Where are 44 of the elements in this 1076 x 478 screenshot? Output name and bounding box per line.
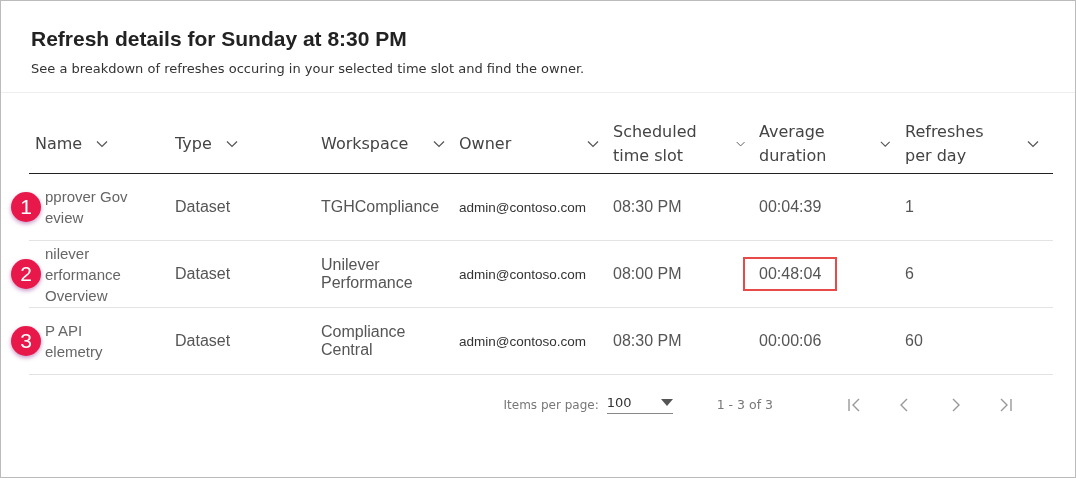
column-header[interactable]: Type [175, 132, 321, 156]
table-cell: 00:48:04 [743, 257, 838, 291]
chevron-down-icon [880, 140, 891, 148]
table-cell: Unilever Performance [321, 256, 413, 291]
number-badge: 1 [11, 192, 41, 222]
table-cell: admin@contoso.com [459, 267, 586, 282]
number-badge: 2 [11, 259, 41, 289]
column-header[interactable]: Owner [459, 132, 613, 156]
column-header[interactable]: Name [29, 132, 175, 156]
chevron-down-icon [587, 140, 599, 148]
column-header[interactable]: Refreshes per day [905, 120, 1053, 168]
table-cell: Dataset [175, 198, 231, 215]
chevron-down-icon [1027, 140, 1039, 148]
items-per-page-label: Items per page: [503, 397, 599, 412]
items-per-page-dropdown[interactable]: 100 [606, 395, 673, 414]
table-cell: 08:30 PM [613, 198, 682, 215]
page-range: 1 - 3 of 3 [716, 397, 773, 412]
table-cell: Compliance Central [321, 323, 406, 358]
table-cell: 1 [905, 198, 914, 215]
chevron-down-icon [96, 140, 109, 148]
chevron-down-icon [225, 140, 238, 148]
column-header[interactable]: Average duration [759, 120, 905, 168]
table-cell-text: nilever erformance Overview [45, 243, 121, 306]
table-cell: TGHCompliance [321, 198, 440, 215]
caret-down-icon [660, 399, 673, 406]
table-cell-text: pprover Gov eview [45, 187, 128, 228]
table-cell: Dataset [175, 332, 231, 349]
table-cell-text: P API elemetry [45, 321, 103, 362]
table-cell-text: 00:04:39 [758, 197, 823, 217]
chevron-down-icon [433, 140, 445, 148]
table-cell: 08:00 PM [613, 265, 682, 282]
table-cell: 08:30 PM [613, 332, 682, 349]
chevron-down-icon [735, 140, 745, 148]
table-cell: admin@contoso.com [459, 200, 586, 215]
column-header[interactable]: Workspace [321, 132, 459, 156]
dialog-subtitle: See a breakdown of refreshes occuring in your selected time slot and find the owner. [31, 61, 586, 76]
column-header[interactable]: Scheduled time slot [613, 120, 759, 168]
table-cell: 60 [905, 332, 923, 349]
table-cell: admin@contoso.com [459, 334, 586, 349]
table-cell: 6 [905, 265, 914, 282]
table-cell: Dataset [175, 265, 231, 282]
dialog-title: Refresh details for Sunday at 8:30 PM [31, 27, 408, 51]
table-cell-text: 00:00:06 [758, 331, 823, 351]
number-badge: 3 [11, 326, 41, 356]
